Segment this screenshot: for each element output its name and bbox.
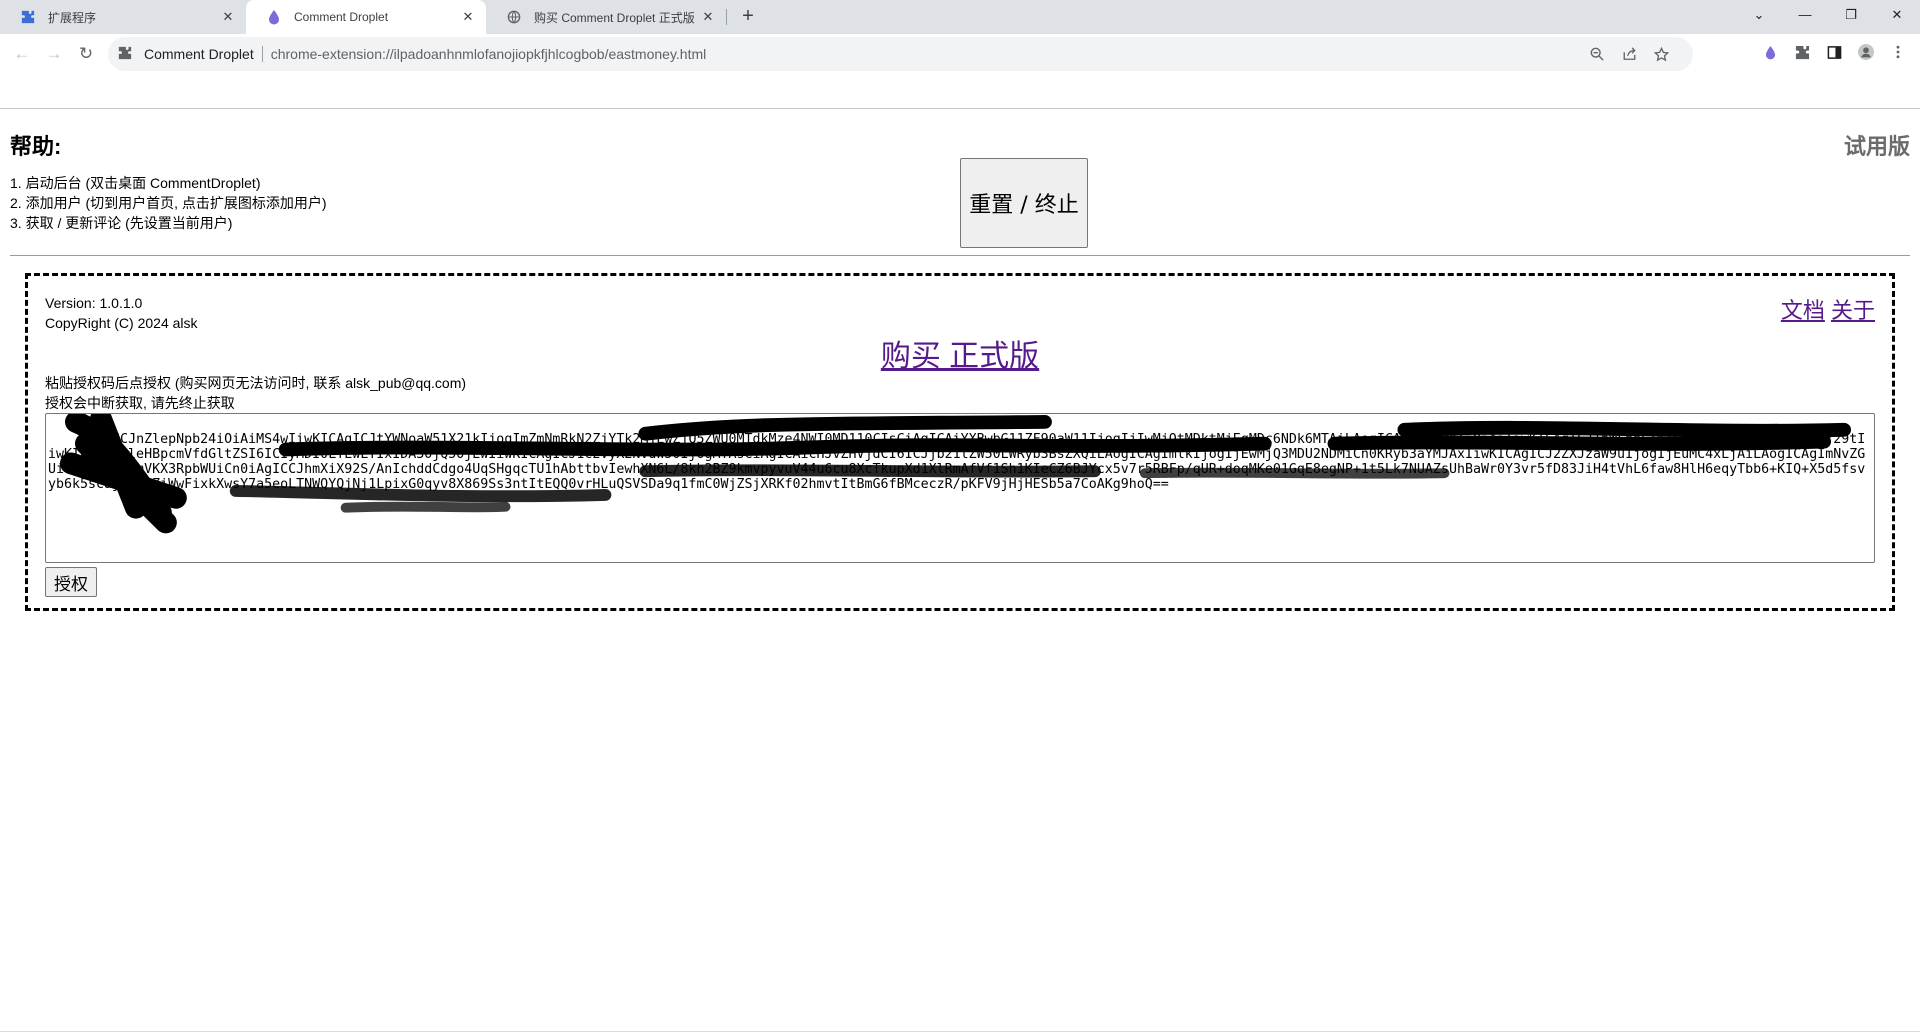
tab-title: Comment Droplet bbox=[294, 10, 389, 24]
forward-arrow-icon[interactable]: → bbox=[42, 42, 66, 66]
bookmark-star-icon[interactable] bbox=[1653, 46, 1669, 62]
tab-strip: 扩展程序 ✕ Comment Droplet ✕ 购买 Comment Drop… bbox=[0, 0, 1920, 34]
license-code-textarea[interactable]: ewogICJnZlepNpb24iOiAiMS4wIiwKICAgICJtYW… bbox=[45, 413, 1875, 563]
reset-stop-button[interactable]: 重置 / 终止 bbox=[960, 158, 1088, 248]
close-tab-icon[interactable]: ✕ bbox=[460, 9, 476, 25]
license-panel: Version: 1.0.1.0 CopyRight (C) 2024 alsk… bbox=[25, 273, 1895, 611]
puzzle-icon bbox=[118, 46, 134, 62]
buy-full-version-link[interactable]: 购买 正式版 bbox=[28, 331, 1892, 375]
version-text: Version: 1.0.1.0 bbox=[45, 295, 143, 311]
help-item: 1. 启动后台 (双击桌面 CommentDroplet) bbox=[10, 175, 261, 191]
close-tab-icon[interactable]: ✕ bbox=[220, 9, 236, 25]
back-arrow-icon[interactable]: ← bbox=[10, 42, 34, 66]
help-item: 2. 添加用户 (切到用户首页, 点击扩展图标添加用户) bbox=[10, 195, 327, 211]
url-text[interactable]: chrome-extension://ilpadoanhnmlofanojiop… bbox=[271, 46, 707, 62]
tab-search-chevron-icon[interactable]: ⌄ bbox=[1736, 0, 1782, 30]
new-tab-button[interactable]: + bbox=[736, 5, 760, 29]
extensions-puzzle-icon[interactable] bbox=[1794, 44, 1810, 60]
share-icon[interactable] bbox=[1621, 46, 1637, 62]
globe-icon bbox=[506, 9, 522, 25]
top-links: 文档 关于 bbox=[1781, 293, 1875, 325]
tab-title: 扩展程序 bbox=[48, 10, 97, 25]
tab-comment-droplet[interactable]: Comment Droplet ✕ bbox=[246, 0, 486, 34]
close-window-icon[interactable]: ✕ bbox=[1874, 0, 1920, 30]
droplet-extension-icon[interactable] bbox=[1762, 44, 1778, 60]
browser-toolbar: ← → ↻ Comment Droplet chrome-extension:/… bbox=[0, 34, 1920, 74]
page-bottom-edge bbox=[0, 1031, 1920, 1032]
droplet-icon bbox=[266, 9, 282, 25]
profile-avatar-icon[interactable] bbox=[1858, 44, 1874, 60]
reload-icon[interactable]: ↻ bbox=[74, 42, 98, 66]
site-name: Comment Droplet bbox=[144, 46, 254, 62]
copyright-text: CopyRight (C) 2024 alsk bbox=[45, 315, 198, 331]
about-link[interactable]: 关于 bbox=[1831, 298, 1875, 323]
docs-link[interactable]: 文档 bbox=[1781, 298, 1825, 323]
minimize-icon[interactable]: — bbox=[1782, 0, 1828, 30]
close-tab-icon[interactable]: ✕ bbox=[700, 9, 716, 25]
tab-extensions[interactable]: 扩展程序 ✕ bbox=[0, 0, 246, 34]
auth-warning: 授权会中断获取, 请先终止获取 bbox=[45, 395, 235, 411]
help-item: 3. 获取 / 更新评论 (先设置当前用户) bbox=[10, 215, 233, 231]
more-menu-icon[interactable] bbox=[1890, 44, 1906, 60]
omnibox-divider bbox=[261, 46, 263, 62]
side-panel-icon[interactable] bbox=[1826, 44, 1842, 60]
restore-icon[interactable]: ❐ bbox=[1828, 0, 1874, 30]
authorize-button[interactable]: 授权 bbox=[45, 567, 97, 597]
address-bar[interactable]: Comment Droplet chrome-extension://ilpad… bbox=[108, 37, 1693, 71]
tab-buy[interactable]: 购买 Comment Droplet 正式版 ✕ bbox=[486, 0, 726, 34]
section-divider bbox=[10, 255, 1910, 256]
auth-hint: 粘贴授权码后点授权 (购买网页无法访问时, 联系 alsk_pub@qq.com… bbox=[45, 375, 467, 391]
content-top-divider bbox=[0, 108, 1920, 109]
zoom-icon[interactable] bbox=[1589, 46, 1605, 62]
license-code-text: ewogICJnZlepNpb24iOiAiMS4wIiwKICAgICJtYW… bbox=[48, 432, 1866, 492]
puzzle-icon bbox=[20, 9, 36, 25]
tab-title: 购买 Comment Droplet 正式版 bbox=[534, 10, 695, 25]
trial-badge: 试用版 bbox=[1843, 134, 1910, 159]
help-title: 帮助: bbox=[10, 134, 62, 159]
tab-separator bbox=[726, 9, 727, 25]
